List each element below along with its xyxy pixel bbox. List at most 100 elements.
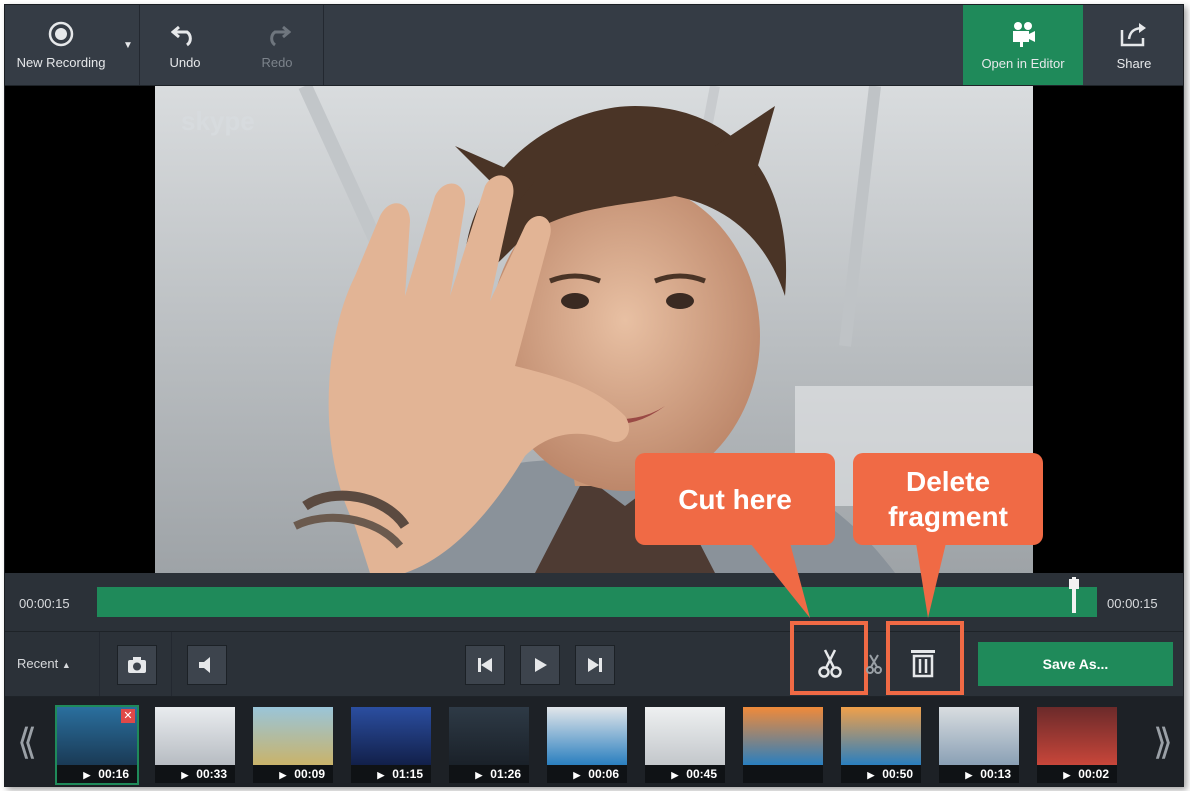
delete-callout-pointer — [916, 543, 946, 618]
delete-text-line1: Delete — [905, 466, 991, 497]
share-label: Share — [1116, 55, 1152, 71]
playhead-marker[interactable] — [1069, 577, 1079, 613]
duration-text: 01:15 — [392, 767, 423, 781]
next-button[interactable] — [575, 645, 615, 685]
duration-text: 00:16 — [98, 767, 129, 781]
open-in-editor-button[interactable]: Open in Editor — [963, 5, 1083, 85]
camera-icon — [128, 657, 146, 673]
thumbnail-image — [939, 707, 1019, 765]
skip-forward-icon — [588, 658, 602, 672]
duration-text: 00:09 — [294, 767, 325, 781]
playback-controls: Recent ▲ Save As... — [5, 621, 1183, 697]
duration-text: 00:06 — [588, 767, 619, 781]
thumbnail-image — [1037, 707, 1117, 765]
recording-thumbnail[interactable] — [743, 707, 823, 783]
recent-label: Recent — [17, 656, 59, 671]
snapshot-button[interactable] — [117, 645, 157, 685]
play-small-icon: ▶ — [1063, 770, 1071, 780]
play-small-icon: ▶ — [573, 770, 581, 780]
cut-here-text: Cut here — [678, 483, 792, 515]
film-camera-icon — [1013, 21, 1035, 47]
thumbnail-image — [155, 707, 235, 765]
recording-thumbnail[interactable]: ▶ 00:02 — [1037, 707, 1117, 783]
undo-button[interactable]: Undo — [140, 5, 230, 85]
recording-thumbnail[interactable]: ▶ 00:06 — [547, 707, 627, 783]
thumbnail-image — [449, 707, 529, 765]
thumbnail-image — [547, 707, 627, 765]
cut-here-callout: Cut here — [635, 453, 835, 545]
timeline-start-time: 00:00:15 — [19, 596, 70, 611]
redo-label: Redo — [261, 54, 293, 70]
recording-thumbnail[interactable]: ▶ 00:45 — [645, 707, 725, 783]
volume-button[interactable] — [187, 645, 227, 685]
play-button[interactable] — [520, 645, 560, 685]
recording-thumbnail[interactable]: ▶ 00:09 — [253, 707, 333, 783]
delete-recording-icon[interactable]: ✕ — [121, 709, 135, 723]
recording-thumbnail[interactable]: ▶ 01:15 — [351, 707, 431, 783]
recording-thumbnail[interactable]: ▶ 00:13 — [939, 707, 1019, 783]
play-icon — [535, 658, 547, 672]
play-small-icon: ▶ — [377, 770, 385, 780]
undo-label: Undo — [169, 54, 201, 70]
recording-thumbnail[interactable]: ✕ ▶ 00:16 — [55, 705, 139, 785]
skip-back-icon — [478, 658, 492, 672]
double-chevron-right-icon: ⟫ — [1152, 720, 1174, 762]
thumbnail-duration: ▶ 01:26 — [449, 767, 529, 781]
recording-thumbnail[interactable]: ▶ 00:50 — [841, 707, 921, 783]
share-button[interactable]: Share — [1085, 5, 1183, 85]
recent-recordings-strip: ⟪ ✕ ▶ 00:16 ▶ 00:33 ▶ 00:09 ▶ 01:15 ▶ 01:26 ▶ 00:06 ▶… — [5, 697, 1183, 786]
thumbnail-duration: ▶ 00:33 — [155, 767, 235, 781]
duration-text: 00:50 — [882, 767, 913, 781]
double-chevron-left-icon: ⟪ — [16, 720, 38, 762]
caret-up-icon: ▲ — [61, 660, 71, 670]
new-recording-label: New Recording — [16, 54, 106, 70]
play-small-icon: ▶ — [279, 770, 287, 780]
cut-callout-pointer — [750, 543, 810, 618]
duration-text: 00:45 — [686, 767, 717, 781]
toolbar: New Recording ▼ Undo Redo Open in Editor… — [5, 5, 1183, 86]
save-as-button[interactable]: Save As... — [978, 642, 1173, 686]
thumbnail-duration: ▶ 00:16 — [57, 767, 137, 781]
scissors-small-icon — [866, 654, 882, 674]
scroll-right-button[interactable]: ⟫ — [1141, 697, 1183, 786]
play-small-icon: ▶ — [181, 770, 189, 780]
recording-thumbnail[interactable]: ▶ 00:33 — [155, 707, 235, 783]
thumbnail-image — [645, 707, 725, 765]
thumbnail-duration: ▶ 00:09 — [253, 767, 333, 781]
thumbnail-image — [841, 707, 921, 765]
play-small-icon: ▶ — [671, 770, 679, 780]
play-small-icon: ▶ — [83, 770, 91, 780]
thumbnail-duration: ▶ 00:06 — [547, 767, 627, 781]
skype-watermark: skype — [181, 106, 255, 136]
previous-button[interactable] — [465, 645, 505, 685]
share-icon — [1120, 22, 1146, 46]
scroll-left-button[interactable]: ⟪ — [5, 697, 49, 786]
duration-text: 01:26 — [490, 767, 521, 781]
toolbar-divider — [323, 5, 324, 85]
new-recording-dropdown[interactable]: ▼ — [117, 5, 139, 85]
movavi-app-window: New Recording ▼ Undo Redo Open in Editor… — [4, 4, 1184, 787]
thumbnail-duration: ▶ 00:45 — [645, 767, 725, 781]
timeline: 00:00:15 00:00:15 — [5, 573, 1183, 632]
recording-thumbnail[interactable]: ▶ 01:26 — [449, 707, 529, 783]
thumbnail-image — [253, 707, 333, 765]
thumbnail-image — [351, 707, 431, 765]
chevron-down-icon: ▼ — [123, 39, 133, 51]
delete-text-line2: fragment — [888, 501, 1008, 532]
duration-text: 00:02 — [1078, 767, 1109, 781]
cut-highlight — [790, 621, 868, 695]
duration-text: 00:13 — [980, 767, 1011, 781]
timeline-end-time: 00:00:15 — [1107, 596, 1158, 611]
recent-dropdown[interactable]: Recent ▲ — [17, 656, 71, 671]
play-small-icon: ▶ — [475, 770, 483, 780]
thumbnail-image — [743, 707, 823, 765]
redo-icon — [270, 25, 291, 46]
thumbnail-duration: ▶ 00:50 — [841, 767, 921, 781]
controls-divider — [99, 632, 100, 696]
undo-icon — [171, 25, 192, 46]
open-in-editor-label: Open in Editor — [981, 55, 1065, 71]
controls-divider — [171, 632, 172, 696]
redo-button[interactable]: Redo — [232, 5, 322, 85]
duration-text: 00:33 — [196, 767, 227, 781]
new-recording-button[interactable]: New Recording — [5, 5, 117, 85]
